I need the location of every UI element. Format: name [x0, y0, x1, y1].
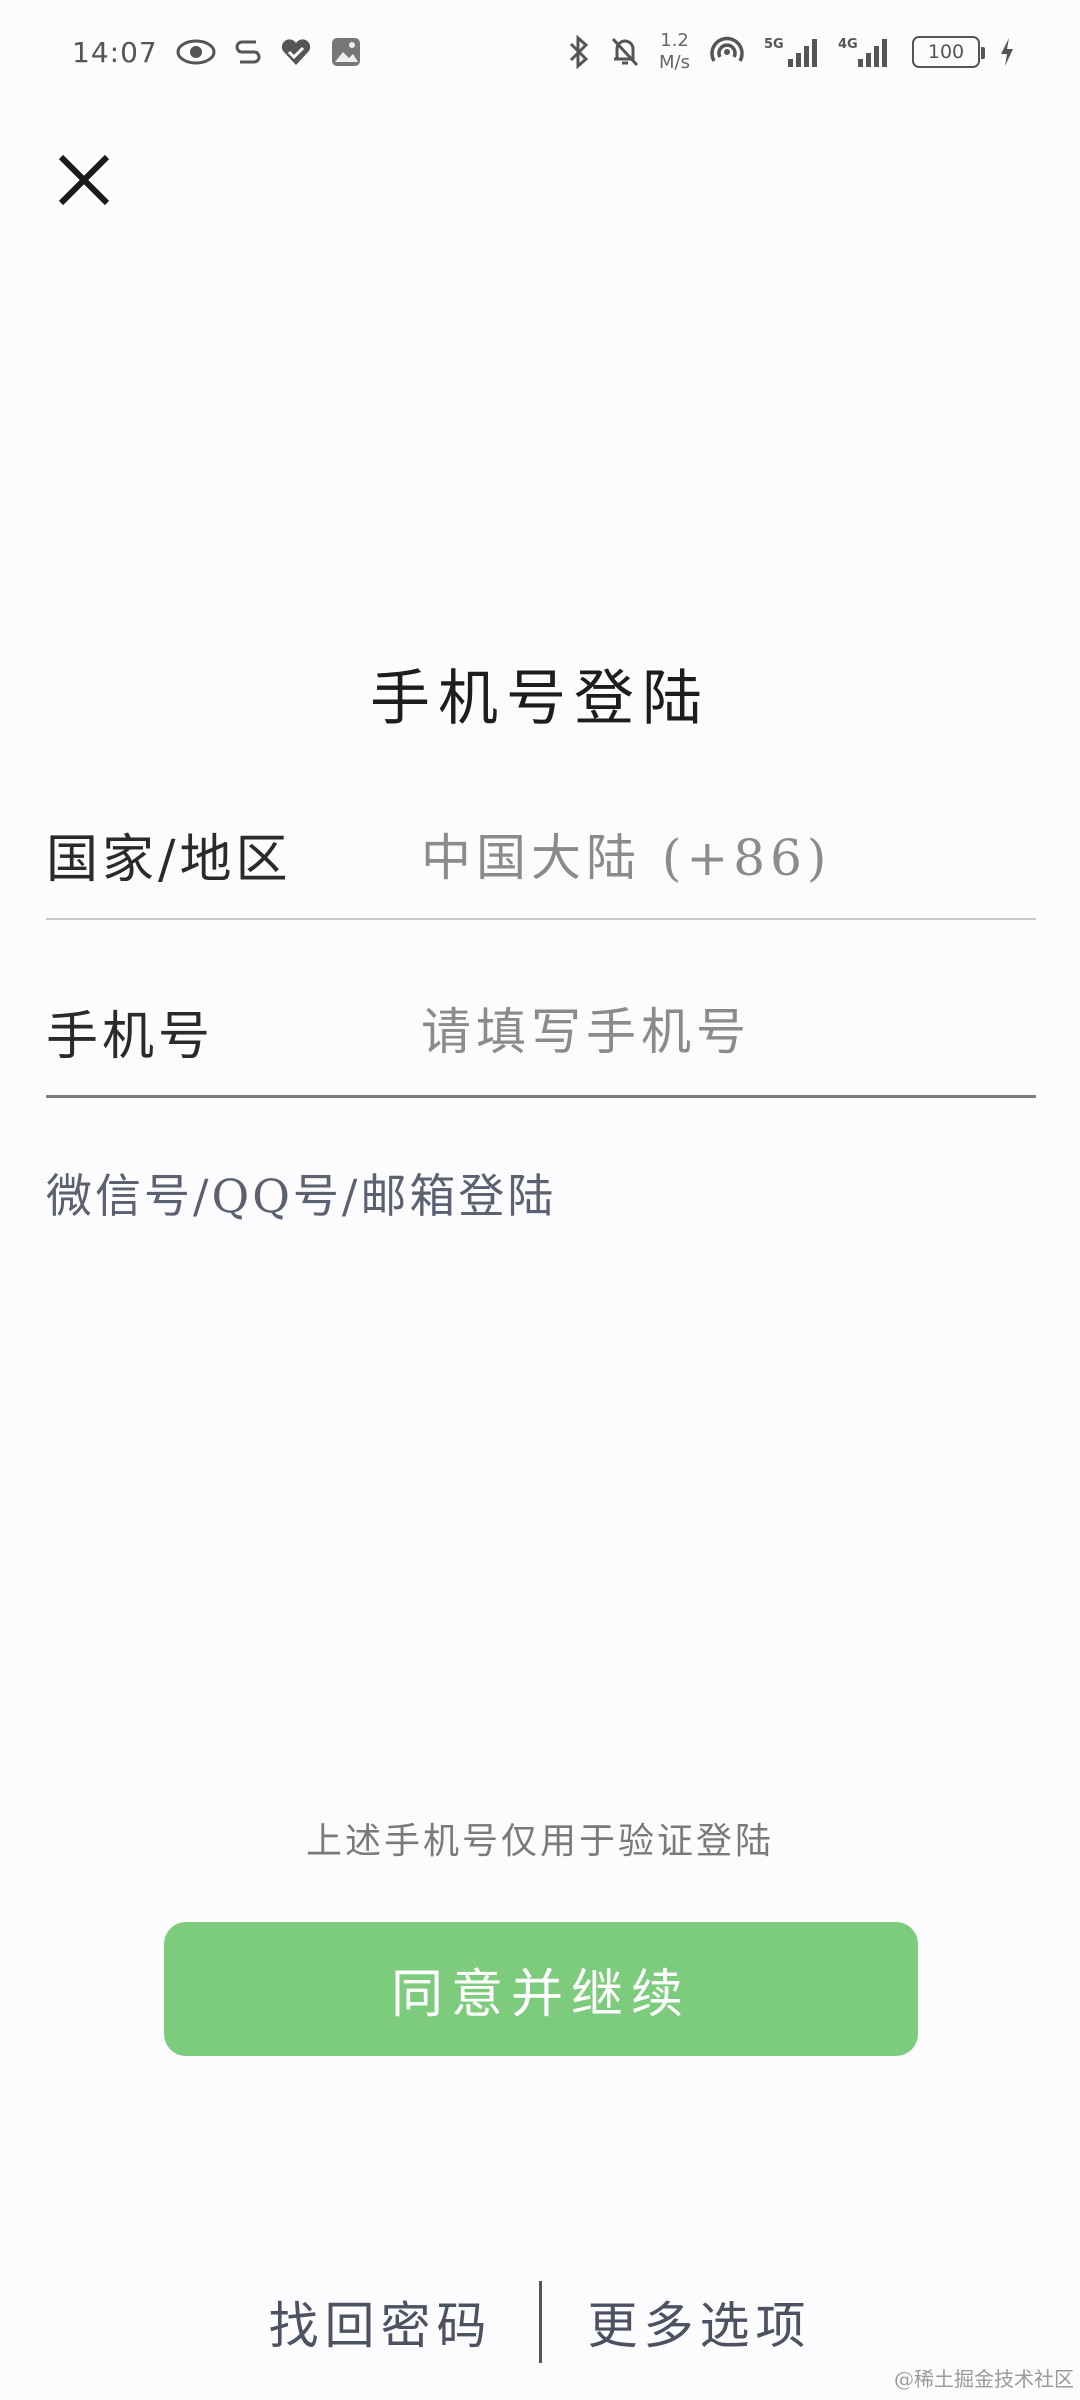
signal-icon: 5G	[764, 35, 820, 69]
alt-login-link[interactable]: 微信号/QQ号/邮箱登陆	[46, 1160, 556, 1226]
eye-icon	[176, 38, 216, 66]
sim2-label: 4G	[838, 37, 858, 52]
close-button[interactable]	[52, 148, 116, 212]
net-speed-unit: M/s	[659, 52, 690, 73]
heart-icon	[280, 37, 312, 67]
bottom-links: 找回密码 更多选项	[0, 2280, 1080, 2364]
watermark: @稀土掘金技术社区	[894, 2367, 1074, 2391]
signal-icon-2: 4G	[838, 35, 894, 69]
country-value[interactable]: 中国大陆 (+86)	[421, 818, 831, 890]
status-bar-right: 1.2 M/s 5G 4G 100	[567, 30, 1016, 74]
phone-label: 手机号	[46, 1007, 215, 1067]
bluetooth-icon	[567, 35, 591, 69]
s-app-icon	[234, 36, 262, 68]
hotspot-icon	[708, 35, 746, 69]
privacy-notice: 上述手机号仅用于验证登陆	[305, 1821, 774, 1862]
close-icon	[58, 154, 110, 206]
status-time: 14:07	[72, 35, 158, 69]
charging-icon	[998, 36, 1016, 68]
recover-password-link[interactable]: 找回密码	[223, 2286, 539, 2358]
phone-row: 手机号	[46, 968, 1036, 1098]
net-speed: 1.2 M/s	[659, 30, 690, 74]
battery-icon: 100	[912, 36, 985, 68]
status-bar-left: 14:07	[72, 36, 362, 69]
bell-muted-icon	[609, 35, 641, 69]
more-options-link[interactable]: 更多选项	[542, 2286, 858, 2358]
agree-continue-button[interactable]: 同意并继续	[164, 1922, 918, 2056]
battery-level: 100	[927, 41, 965, 63]
sim1-label: 5G	[764, 37, 784, 52]
country-label: 国家/地区	[46, 829, 292, 890]
phone-input[interactable]	[421, 1002, 1021, 1061]
page-title: 手机号登陆	[370, 664, 710, 734]
country-region-row[interactable]: 国家/地区 中国大陆 (+86)	[46, 790, 1036, 920]
image-icon	[330, 36, 362, 68]
net-speed-value: 1.2	[660, 30, 689, 51]
status-bar: 14:07 1.2 M/s 5G 4G 100	[0, 0, 1080, 104]
